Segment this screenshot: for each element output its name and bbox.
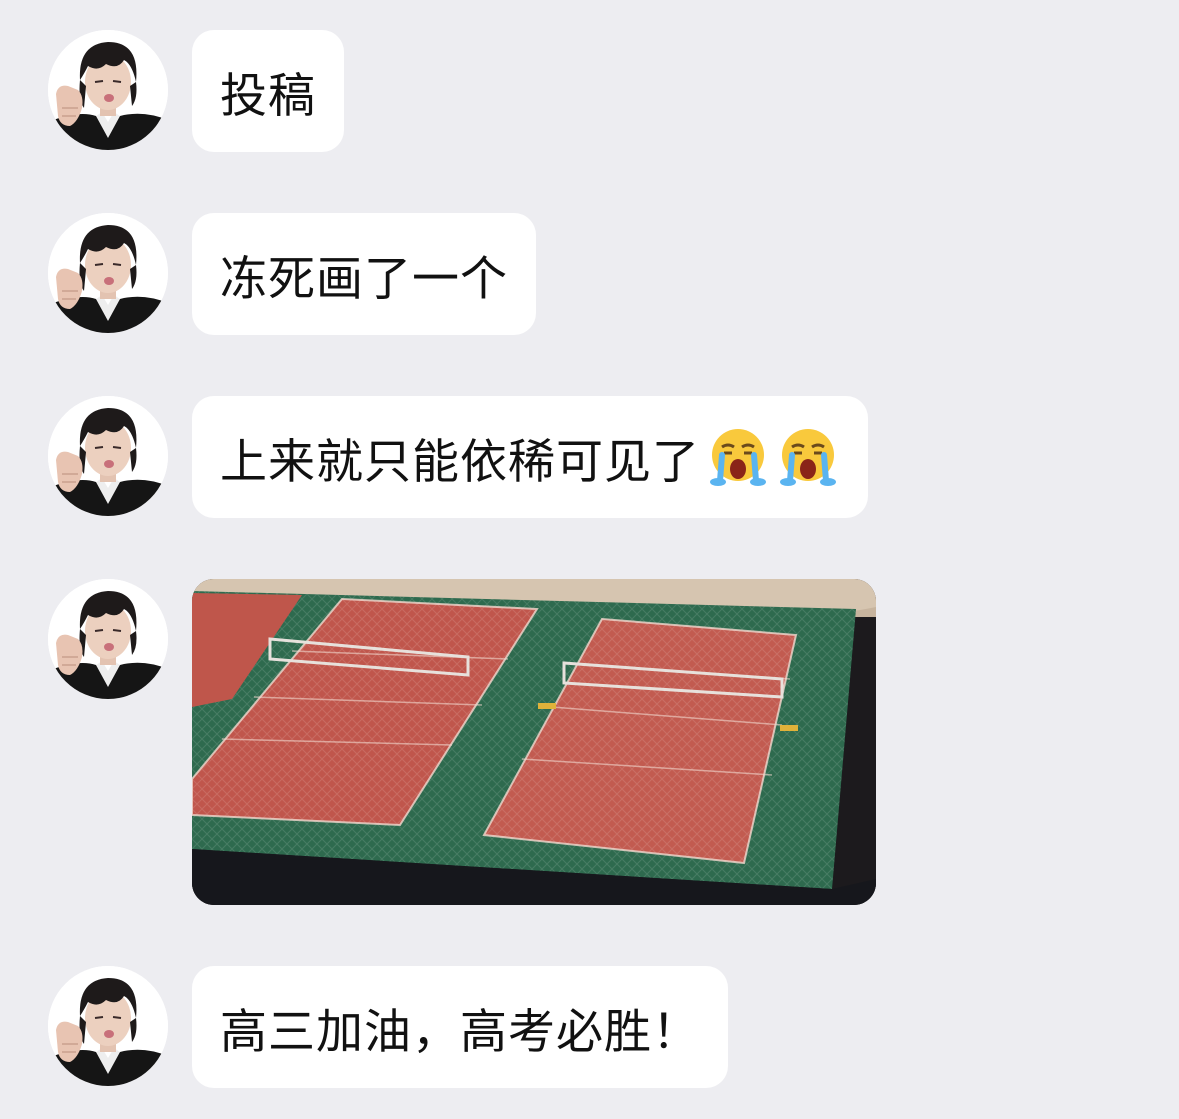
message-text: 高三加油，高考必胜！ (220, 1004, 700, 1060)
message-bubble[interactable]: 高三加油，高考必胜！ (192, 966, 728, 1088)
user-avatar[interactable] (48, 213, 168, 333)
message-bubble[interactable]: 上来就只能依稀可见了 (192, 396, 868, 518)
message-row: 投稿 (48, 30, 344, 152)
message-row: 上来就只能依稀可见了 (48, 396, 868, 518)
message-bubble[interactable]: 冻死画了一个 (192, 213, 536, 335)
message-text: 冻死画了一个 (220, 251, 508, 307)
loudly-crying-face-icon (706, 425, 770, 489)
message-text: 投稿 (220, 68, 316, 124)
loudly-crying-face-icon (776, 425, 840, 489)
user-avatar[interactable] (48, 396, 168, 516)
user-avatar[interactable] (48, 966, 168, 1086)
message-text: 上来就只能依稀可见了 (220, 434, 700, 490)
user-avatar[interactable] (48, 30, 168, 150)
image-message-badminton-court-drawing[interactable] (192, 579, 876, 905)
message-row: 冻死画了一个 (48, 213, 536, 335)
chat-message-list: 投稿 冻死画了一个 上来就只能依稀可见了 高三加油，高考必胜！ (0, 0, 1179, 1119)
message-row (48, 579, 876, 905)
message-row: 高三加油，高考必胜！ (48, 966, 728, 1088)
message-bubble[interactable]: 投稿 (192, 30, 344, 152)
user-avatar[interactable] (48, 579, 168, 699)
